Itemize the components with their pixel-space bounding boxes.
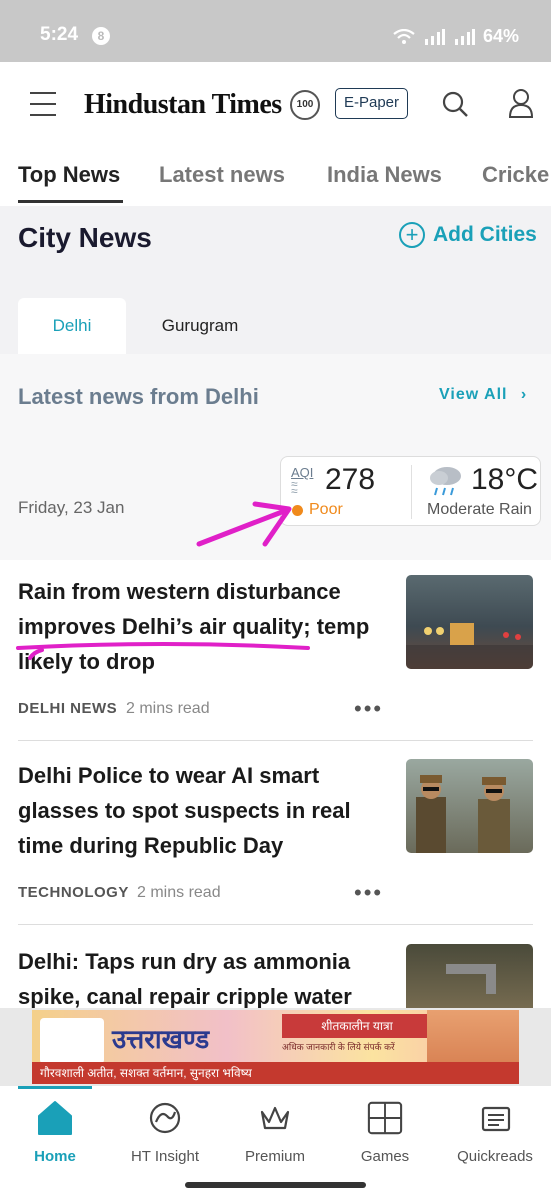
add-cities-button[interactable]: + Add Cities	[399, 222, 537, 248]
ad-logo	[40, 1018, 104, 1064]
article-category[interactable]: TECHNOLOGY	[18, 884, 129, 901]
rain-cloud-icon	[430, 467, 461, 496]
puzzle-icon	[367, 1101, 403, 1135]
bottom-navigation: Home HT Insight Premium Games Quickreads	[0, 1086, 551, 1200]
tab-latest-news[interactable]: Latest news	[159, 162, 285, 188]
epaper-button[interactable]: E-Paper	[335, 88, 408, 119]
article-title[interactable]: Delhi: Taps run dry as ammonia spike, ca…	[18, 944, 388, 1008]
chevron-right-icon: ›	[520, 386, 528, 403]
article-divider	[18, 740, 533, 741]
status-bar: 5:24 8 64%	[0, 0, 551, 62]
home-icon	[38, 1101, 72, 1135]
nav-label: Quickreads	[457, 1148, 533, 1165]
city-tab-delhi[interactable]: Delhi	[18, 298, 126, 354]
water-tap-photo	[446, 964, 496, 994]
nav-label: Home	[34, 1148, 76, 1165]
nav-premium[interactable]: Premium	[220, 1100, 330, 1165]
article-thumbnail[interactable]	[406, 759, 533, 853]
add-cities-label: Add Cities	[433, 223, 537, 246]
tab-top-news[interactable]: Top News	[18, 162, 120, 188]
notification-badge: 8	[92, 27, 110, 45]
card-divider	[411, 465, 412, 519]
police-officers-photo	[416, 775, 510, 853]
temperature: 18°C	[471, 463, 539, 496]
more-options-icon[interactable]: •••	[354, 696, 383, 722]
active-nav-indicator	[18, 1086, 92, 1089]
nav-label: Premium	[244, 1148, 305, 1165]
nav-label: Games	[360, 1148, 410, 1165]
article-card[interactable]: Delhi: Taps run dry as ammonia spike, ca…	[0, 944, 551, 1008]
read-time: 2 mins read	[126, 700, 210, 717]
weather-condition: Moderate Rain	[427, 501, 532, 518]
aqi-status: Poor	[309, 501, 343, 518]
city-news-title: City News	[18, 222, 152, 253]
ad-subline: अधिक जानकारी के लिये संपर्क करें	[282, 1042, 395, 1052]
article-thumbnail[interactable]	[406, 575, 533, 669]
annotation-arrow	[196, 501, 292, 547]
nav-ht-insight[interactable]: HT Insight	[110, 1100, 220, 1165]
article-title[interactable]: Rain from western disturbance improves D…	[18, 574, 388, 679]
latest-news-heading: Latest news from Delhi	[18, 384, 259, 409]
ad-creative[interactable]: उत्तराखण्ड शीतकालीन यात्रा अधिक जानकारी …	[32, 1010, 519, 1084]
logo: Hindustan Times	[84, 89, 282, 120]
article-title[interactable]: Delhi Police to wear AI smart glasses to…	[18, 758, 388, 863]
app-header: Hindustan Times 100 E-Paper	[0, 62, 551, 148]
article-category[interactable]: DELHI NEWS	[18, 700, 117, 717]
article-divider	[18, 924, 533, 925]
menu-icon[interactable]	[30, 92, 56, 116]
ad-tagline: गौरवशाली अतीत, सशक्त वर्तमान, सुनहरा भवि…	[32, 1062, 519, 1084]
aqi-icon: ≈ ≈	[291, 477, 298, 498]
article-thumbnail[interactable]	[406, 944, 533, 1008]
read-time: 2 mins read	[137, 884, 221, 901]
section-tabs: Top News Latest news India News Cricke	[0, 148, 551, 206]
crown-icon	[260, 1106, 290, 1130]
quickreads-icon	[481, 1106, 511, 1132]
ad-headline: शीतकालीन यात्रा	[282, 1014, 432, 1038]
insight-icon	[149, 1102, 181, 1134]
more-options-icon[interactable]: •••	[354, 880, 383, 906]
battery-level: 64%	[482, 26, 519, 46]
article-card[interactable]: Delhi Police to wear AI smart glasses to…	[0, 758, 551, 924]
view-all-label: View All	[439, 386, 508, 403]
status-time: 5:24	[40, 24, 79, 45]
ad-brand: उत्तराखण्ड	[112, 1025, 210, 1054]
city-tab-gurugram[interactable]: Gurugram	[140, 298, 260, 354]
user-icon[interactable]	[508, 88, 534, 118]
logo-badge: 100	[290, 90, 320, 120]
ad-banner[interactable]: उत्तराखण्ड शीतकालीन यात्रा अधिक जानकारी …	[0, 1008, 551, 1086]
annotation-underline	[16, 642, 310, 660]
aqi-value: 278	[325, 463, 376, 496]
tab-cricket[interactable]: Cricke	[482, 162, 549, 188]
aqi-weather-card[interactable]: AQI ≈ ≈ 278 Poor 18°C Moderate Rain	[280, 456, 541, 526]
search-icon[interactable]	[441, 90, 469, 118]
view-all-link[interactable]: View All ›	[439, 386, 527, 404]
wifi-icon	[393, 28, 415, 44]
signal-icon-2	[454, 28, 475, 45]
plus-circle-icon: +	[399, 222, 425, 248]
current-date: Friday, 23 Jan	[18, 498, 125, 517]
nav-games[interactable]: Games	[330, 1100, 440, 1165]
active-tab-indicator	[18, 200, 123, 203]
status-icons: 64%	[393, 26, 519, 47]
tab-india-news[interactable]: India News	[327, 162, 442, 188]
rainy-street-photo	[406, 623, 533, 669]
nav-home[interactable]: Home	[0, 1100, 110, 1165]
signal-icon	[424, 28, 445, 45]
city-tabs: Delhi Gurugram	[0, 298, 551, 354]
gesture-bar[interactable]	[185, 1182, 366, 1188]
nav-quickreads[interactable]: Quickreads	[440, 1100, 550, 1165]
nav-label: HT Insight	[130, 1148, 200, 1165]
